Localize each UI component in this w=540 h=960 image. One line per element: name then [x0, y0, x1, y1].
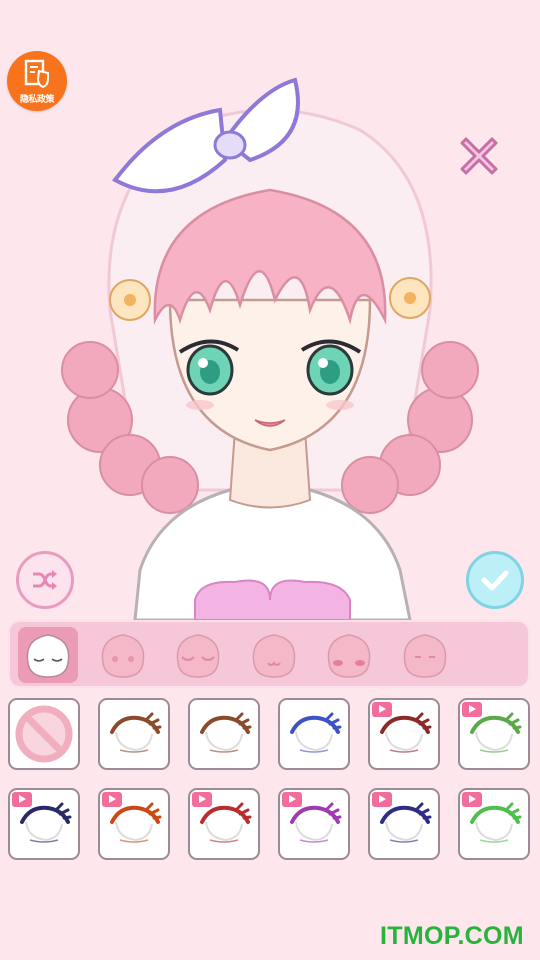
cat-mouth-face-icon [252, 634, 296, 678]
privacy-document-icon [24, 59, 49, 89]
round-face-icon [101, 634, 145, 678]
privacy-policy-button[interactable]: 隐私政策 [7, 51, 67, 111]
eye-option-none[interactable] [8, 698, 80, 770]
randomize-button[interactable] [16, 551, 74, 609]
eye-shape-icon [110, 802, 162, 843]
face-tab-cat[interactable] [244, 627, 304, 683]
eye-shape-icon [200, 802, 252, 843]
video-unlock-icon [12, 792, 32, 807]
no-selection-icon [15, 705, 73, 763]
video-unlock-icon [102, 792, 122, 807]
video-unlock-icon [282, 792, 302, 807]
face-tab-calm[interactable] [395, 627, 455, 683]
eye-shape-icon [380, 802, 432, 843]
video-unlock-icon [372, 702, 392, 717]
eye-shape-icon [110, 712, 162, 753]
eye-option-indigo-lash[interactable] [368, 788, 440, 860]
shuffle-icon [33, 570, 57, 590]
face-tab-sleepy[interactable] [18, 627, 78, 683]
eye-option-light-green-lash[interactable] [458, 788, 530, 860]
sleepy-face-icon [26, 634, 70, 678]
confirm-button[interactable] [466, 551, 524, 609]
blush-face-icon [327, 634, 371, 678]
avatar-preview [60, 70, 480, 622]
face-tab-lashes[interactable] [168, 627, 228, 683]
anime-girl-avatar [61, 77, 479, 622]
privacy-label: 隐私政策 [19, 94, 55, 104]
video-unlock-icon [462, 792, 482, 807]
eye-shape-icon [470, 712, 522, 753]
checkmark-icon [481, 570, 509, 591]
eye-shape-icon [200, 712, 252, 753]
eye-shape-icon [290, 712, 342, 753]
eye-option-maroon-lash[interactable] [368, 698, 440, 770]
eye-option-brown-lash[interactable] [98, 698, 170, 770]
eye-option-brown-lash-2[interactable] [188, 698, 260, 770]
calm-face-icon [403, 634, 447, 678]
face-tab-blush[interactable] [319, 627, 379, 683]
closed-eyes-face-icon [176, 634, 220, 678]
watermark-text: ITMOP.COM [380, 922, 524, 950]
eye-option-purple-lash[interactable] [278, 788, 350, 860]
eye-shape-icon [20, 802, 72, 843]
eye-shape-icon [290, 802, 342, 843]
eye-option-blue-thin[interactable] [278, 698, 350, 770]
eye-shape-icon [380, 712, 432, 753]
eye-option-navy-lash[interactable] [8, 788, 80, 860]
eye-shape-icon [470, 802, 522, 843]
face-category-tabs [8, 620, 530, 688]
video-unlock-icon [192, 792, 212, 807]
eye-option-green-lash[interactable] [458, 698, 530, 770]
face-tab-dots[interactable] [93, 627, 153, 683]
video-unlock-icon [462, 702, 482, 717]
video-unlock-icon [372, 792, 392, 807]
eye-option-red-bow-lash[interactable] [188, 788, 260, 860]
eye-option-orange-lash[interactable] [98, 788, 170, 860]
